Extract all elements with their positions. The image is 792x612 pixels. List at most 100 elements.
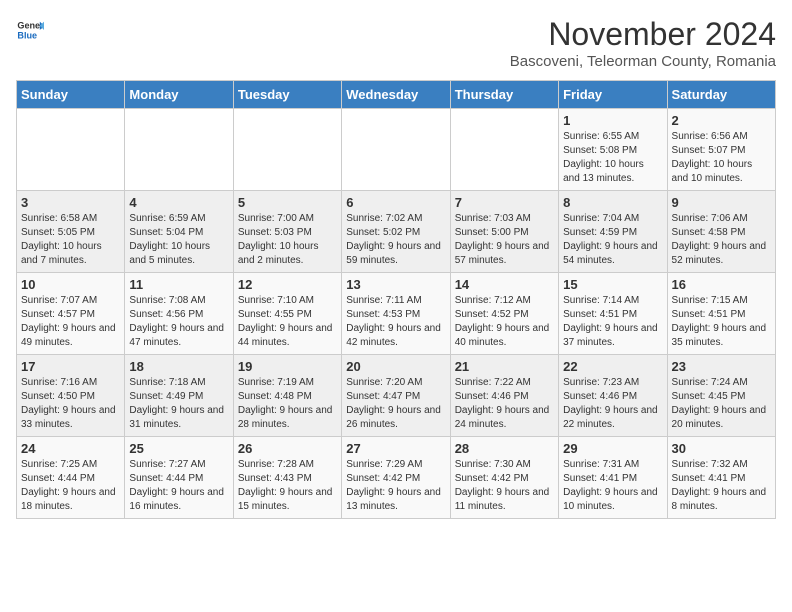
day-info: Sunrise: 7:14 AM Sunset: 4:51 PM Dayligh…: [563, 294, 662, 350]
day-cell: 5Sunrise: 7:00 AM Sunset: 5:03 PM Daylig…: [233, 191, 341, 273]
day-cell: 22 Sunrise: 7:23 AM Sunset: 4:46 PM Dayli…: [559, 355, 667, 437]
day-cell: 7 Sunrise: 7:03 AM Sunset: 5:00 PM Daylig…: [450, 191, 558, 273]
day-cell: [17, 109, 125, 191]
column-header-friday: Friday: [559, 81, 667, 109]
day-cell: 21Sunrise: 7:22 AM Sunset: 4:46 PM Dayli…: [450, 355, 558, 437]
day-cell: 27 Sunrise: 7:29 AM Sunset: 4:42 PM Dayli…: [342, 437, 450, 519]
day-cell: 18Sunrise: 7:18 AM Sunset: 4:49 PM Dayli…: [125, 355, 233, 437]
day-info: Sunrise: 7:18 AM Sunset: 4:49 PM Dayligh…: [129, 376, 228, 432]
day-cell: 8 Sunrise: 7:04 AM Sunset: 4:59 PM Daylig…: [559, 191, 667, 273]
day-info: Sunrise: 7:16 AM Sunset: 4:50 PM Dayligh…: [21, 376, 120, 432]
day-number: 28: [455, 441, 554, 456]
calendar-subtitle: Bascoveni, Teleorman County, Romania: [510, 53, 776, 70]
day-info: Sunrise: 7:31 AM Sunset: 4:41 PM Dayligh…: [563, 458, 662, 514]
day-cell: 30 Sunrise: 7:32 AM Sunset: 4:41 PM Dayli…: [667, 437, 775, 519]
day-info: Sunrise: 7:00 AM Sunset: 5:03 PM Dayligh…: [238, 212, 337, 268]
day-info: Sunrise: 7:32 AM Sunset: 4:41 PM Dayligh…: [672, 458, 771, 514]
day-info: Sunrise: 7:08 AM Sunset: 4:56 PM Dayligh…: [129, 294, 228, 350]
day-cell: [450, 109, 558, 191]
day-cell: 17 Sunrise: 7:16 AM Sunset: 4:50 PM Dayli…: [17, 355, 125, 437]
calendar-header-row: SundayMondayTuesdayWednesdayThursdayFrid…: [17, 81, 776, 109]
day-cell: 11Sunrise: 7:08 AM Sunset: 4:56 PM Dayli…: [125, 273, 233, 355]
day-cell: 15 Sunrise: 7:14 AM Sunset: 4:51 PM Dayli…: [559, 273, 667, 355]
week-row-4: 17 Sunrise: 7:16 AM Sunset: 4:50 PM Dayli…: [17, 355, 776, 437]
day-number: 26: [238, 441, 337, 456]
day-cell: 26 Sunrise: 7:28 AM Sunset: 4:43 PM Dayli…: [233, 437, 341, 519]
day-cell: 16Sunrise: 7:15 AM Sunset: 4:51 PM Dayli…: [667, 273, 775, 355]
day-info: Sunrise: 7:02 AM Sunset: 5:02 PM Dayligh…: [346, 212, 445, 268]
day-number: 22: [563, 359, 662, 374]
day-cell: 6 Sunrise: 7:02 AM Sunset: 5:02 PM Daylig…: [342, 191, 450, 273]
day-number: 15: [563, 277, 662, 292]
day-cell: 14Sunrise: 7:12 AM Sunset: 4:52 PM Dayli…: [450, 273, 558, 355]
day-info: Sunrise: 6:55 AM Sunset: 5:08 PM Dayligh…: [563, 130, 662, 186]
day-info: Sunrise: 7:11 AM Sunset: 4:53 PM Dayligh…: [346, 294, 445, 350]
week-row-1: 1 Sunrise: 6:55 AM Sunset: 5:08 PM Daylig…: [17, 109, 776, 191]
day-info: Sunrise: 7:27 AM Sunset: 4:44 PM Dayligh…: [129, 458, 228, 514]
day-info: Sunrise: 7:10 AM Sunset: 4:55 PM Dayligh…: [238, 294, 337, 350]
day-info: Sunrise: 7:22 AM Sunset: 4:46 PM Dayligh…: [455, 376, 554, 432]
page-header: General Blue November 2024 Bascoveni, Te…: [16, 16, 776, 70]
title-block: November 2024 Bascoveni, Teleorman Count…: [510, 16, 776, 70]
day-number: 6: [346, 195, 445, 210]
day-number: 8: [563, 195, 662, 210]
day-number: 25: [129, 441, 228, 456]
column-header-saturday: Saturday: [667, 81, 775, 109]
week-row-5: 24 Sunrise: 7:25 AM Sunset: 4:44 PM Dayli…: [17, 437, 776, 519]
day-info: Sunrise: 6:59 AM Sunset: 5:04 PM Dayligh…: [129, 212, 228, 268]
day-cell: 12Sunrise: 7:10 AM Sunset: 4:55 PM Dayli…: [233, 273, 341, 355]
calendar-body: 1 Sunrise: 6:55 AM Sunset: 5:08 PM Daylig…: [17, 109, 776, 519]
day-number: 27: [346, 441, 445, 456]
day-cell: 20 Sunrise: 7:20 AM Sunset: 4:47 PM Dayli…: [342, 355, 450, 437]
week-row-3: 10Sunrise: 7:07 AM Sunset: 4:57 PM Dayli…: [17, 273, 776, 355]
day-info: Sunrise: 7:28 AM Sunset: 4:43 PM Dayligh…: [238, 458, 337, 514]
day-cell: [342, 109, 450, 191]
day-cell: 25 Sunrise: 7:27 AM Sunset: 4:44 PM Dayli…: [125, 437, 233, 519]
day-info: Sunrise: 7:23 AM Sunset: 4:46 PM Dayligh…: [563, 376, 662, 432]
day-cell: 23Sunrise: 7:24 AM Sunset: 4:45 PM Dayli…: [667, 355, 775, 437]
day-info: Sunrise: 7:12 AM Sunset: 4:52 PM Dayligh…: [455, 294, 554, 350]
day-number: 13: [346, 277, 445, 292]
day-number: 29: [563, 441, 662, 456]
logo: General Blue: [16, 16, 44, 44]
day-cell: 10Sunrise: 7:07 AM Sunset: 4:57 PM Dayli…: [17, 273, 125, 355]
day-info: Sunrise: 7:06 AM Sunset: 4:58 PM Dayligh…: [672, 212, 771, 268]
day-info: Sunrise: 7:07 AM Sunset: 4:57 PM Dayligh…: [21, 294, 120, 350]
day-cell: 1 Sunrise: 6:55 AM Sunset: 5:08 PM Daylig…: [559, 109, 667, 191]
day-cell: 2 Sunrise: 6:56 AM Sunset: 5:07 PM Daylig…: [667, 109, 775, 191]
column-header-tuesday: Tuesday: [233, 81, 341, 109]
day-number: 1: [563, 113, 662, 128]
day-info: Sunrise: 7:24 AM Sunset: 4:45 PM Dayligh…: [672, 376, 771, 432]
column-header-monday: Monday: [125, 81, 233, 109]
day-info: Sunrise: 7:25 AM Sunset: 4:44 PM Dayligh…: [21, 458, 120, 514]
day-cell: 3Sunrise: 6:58 AM Sunset: 5:05 PM Daylig…: [17, 191, 125, 273]
day-info: Sunrise: 7:29 AM Sunset: 4:42 PM Dayligh…: [346, 458, 445, 514]
day-number: 30: [672, 441, 771, 456]
day-number: 2: [672, 113, 771, 128]
day-number: 19: [238, 359, 337, 374]
week-row-2: 3Sunrise: 6:58 AM Sunset: 5:05 PM Daylig…: [17, 191, 776, 273]
day-info: Sunrise: 7:03 AM Sunset: 5:00 PM Dayligh…: [455, 212, 554, 268]
day-info: Sunrise: 7:20 AM Sunset: 4:47 PM Dayligh…: [346, 376, 445, 432]
column-header-wednesday: Wednesday: [342, 81, 450, 109]
day-cell: 24 Sunrise: 7:25 AM Sunset: 4:44 PM Dayli…: [17, 437, 125, 519]
day-cell: 29 Sunrise: 7:31 AM Sunset: 4:41 PM Dayli…: [559, 437, 667, 519]
day-number: 4: [129, 195, 228, 210]
day-cell: 13 Sunrise: 7:11 AM Sunset: 4:53 PM Dayli…: [342, 273, 450, 355]
day-number: 9: [672, 195, 771, 210]
calendar-title: November 2024: [510, 16, 776, 53]
day-info: Sunrise: 6:56 AM Sunset: 5:07 PM Dayligh…: [672, 130, 771, 186]
day-info: Sunrise: 7:04 AM Sunset: 4:59 PM Dayligh…: [563, 212, 662, 268]
day-info: Sunrise: 6:58 AM Sunset: 5:05 PM Dayligh…: [21, 212, 120, 268]
day-cell: 4 Sunrise: 6:59 AM Sunset: 5:04 PM Daylig…: [125, 191, 233, 273]
day-info: Sunrise: 7:19 AM Sunset: 4:48 PM Dayligh…: [238, 376, 337, 432]
day-number: 7: [455, 195, 554, 210]
day-cell: 9 Sunrise: 7:06 AM Sunset: 4:58 PM Daylig…: [667, 191, 775, 273]
day-number: 20: [346, 359, 445, 374]
day-number: 16: [672, 277, 771, 292]
column-header-thursday: Thursday: [450, 81, 558, 109]
day-cell: 28Sunrise: 7:30 AM Sunset: 4:42 PM Dayli…: [450, 437, 558, 519]
day-number: 17: [21, 359, 120, 374]
day-number: 24: [21, 441, 120, 456]
column-header-sunday: Sunday: [17, 81, 125, 109]
